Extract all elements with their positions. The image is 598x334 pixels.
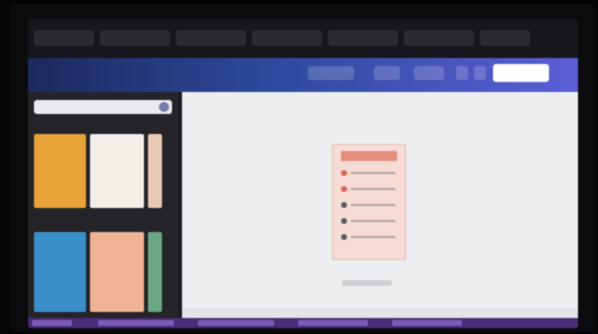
list-item [341, 169, 397, 177]
browser-tab[interactable] [176, 30, 246, 46]
taskbar-item[interactable] [198, 320, 274, 326]
template-thumbnail[interactable] [34, 134, 86, 208]
template-thumbnail[interactable] [34, 232, 86, 312]
toolbar-button[interactable] [308, 66, 354, 80]
list-item [341, 233, 397, 241]
taskbar-item[interactable] [32, 320, 72, 326]
monitor-frame [10, 4, 596, 332]
toolbar-button[interactable] [374, 66, 400, 80]
browser-tab-bar [28, 18, 578, 58]
design-canvas-area[interactable] [182, 92, 578, 328]
template-thumbnail[interactable] [90, 232, 144, 312]
search-input[interactable] [34, 100, 172, 114]
browser-tab[interactable] [252, 30, 322, 46]
browser-tab[interactable] [404, 30, 474, 46]
list-item [341, 185, 397, 193]
page-header-block [341, 151, 397, 161]
browser-tab[interactable] [480, 30, 530, 46]
add-page-button[interactable] [342, 280, 392, 286]
template-thumbnail[interactable] [148, 134, 162, 208]
taskbar-item[interactable] [98, 320, 174, 326]
editor-toolbar [28, 58, 578, 92]
toolbar-icon-button[interactable] [456, 66, 468, 80]
browser-tab[interactable] [100, 30, 170, 46]
design-page[interactable] [332, 144, 406, 260]
taskbar-item[interactable] [298, 320, 368, 326]
search-icon[interactable] [159, 102, 169, 112]
template-thumbnail[interactable] [90, 134, 144, 208]
template-thumbnail[interactable] [148, 232, 162, 312]
list-item [341, 201, 397, 209]
toolbar-icon-button[interactable] [474, 66, 486, 80]
browser-tab[interactable] [328, 30, 398, 46]
screen [28, 18, 578, 328]
taskbar-item[interactable] [392, 320, 462, 326]
toolbar-button[interactable] [414, 66, 444, 80]
template-side-panel [28, 92, 178, 328]
taskbar [28, 318, 578, 328]
browser-tab[interactable] [34, 30, 94, 46]
list-item [341, 217, 397, 225]
share-button[interactable] [493, 64, 549, 82]
